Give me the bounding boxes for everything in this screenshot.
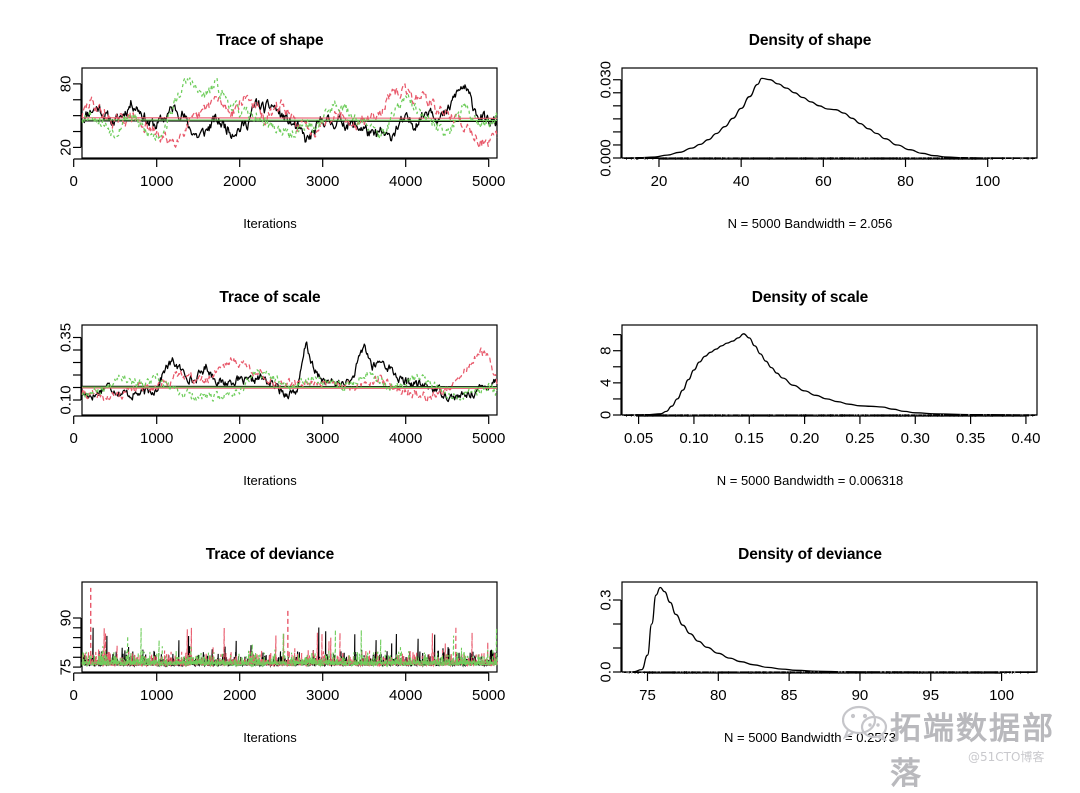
svg-text:95: 95 [922, 687, 939, 704]
svg-text:3000: 3000 [306, 430, 339, 447]
svg-text:20: 20 [651, 173, 668, 190]
svg-text:75: 75 [58, 659, 75, 676]
svg-text:0: 0 [70, 687, 78, 704]
svg-text:2000: 2000 [223, 173, 256, 190]
svg-text:0: 0 [70, 173, 78, 190]
svg-text:0.05: 0.05 [624, 430, 653, 447]
svg-text:3000: 3000 [306, 173, 339, 190]
panel-title: Trace of shape [0, 32, 540, 50]
panel-title: Trace of deviance [0, 546, 540, 564]
x-axis-label: N = 5000 Bandwidth = 0.2573 [540, 730, 1080, 745]
svg-text:90: 90 [852, 687, 869, 704]
x-axis-label: N = 5000 Bandwidth = 0.006318 [540, 473, 1080, 488]
svg-text:0: 0 [598, 411, 615, 419]
x-axis-label: Iterations [0, 730, 540, 745]
panel-density-deviance: Density of deviance 75808590951000.00.3 … [540, 534, 1080, 774]
svg-text:4: 4 [598, 379, 615, 387]
svg-text:0.030: 0.030 [598, 61, 615, 99]
svg-text:0.15: 0.15 [735, 430, 764, 447]
svg-text:5000: 5000 [472, 687, 505, 704]
svg-text:85: 85 [781, 687, 798, 704]
svg-text:100: 100 [975, 173, 1000, 190]
svg-text:2000: 2000 [223, 430, 256, 447]
panel-title: Density of scale [540, 289, 1080, 307]
x-axis-label: N = 5000 Bandwidth = 2.056 [540, 216, 1080, 231]
svg-text:1000: 1000 [140, 687, 173, 704]
panel-title: Trace of scale [0, 289, 540, 307]
svg-text:5000: 5000 [472, 173, 505, 190]
svg-text:0.25: 0.25 [845, 430, 874, 447]
svg-text:0.40: 0.40 [1011, 430, 1040, 447]
panel-density-scale: Density of scale 0.05 0.10 0.15 0.20 0.25 0.3… [540, 277, 1080, 527]
svg-text:100: 100 [989, 687, 1014, 704]
svg-text:20: 20 [58, 139, 75, 156]
x-axis-label: Iterations [0, 473, 540, 488]
svg-text:3000: 3000 [306, 687, 339, 704]
panel-title: Density of shape [540, 32, 1080, 50]
panel-trace-shape: Trace of shape 0 1000 2000 3000 4000 5000 20 80… [0, 20, 540, 270]
svg-text:8: 8 [598, 347, 615, 355]
panel-density-shape: Density of shape 20 40 60 80 100 0.000 0.030 N… [540, 20, 1080, 270]
svg-text:0.3: 0.3 [598, 590, 615, 611]
svg-text:5000: 5000 [472, 430, 505, 447]
svg-text:4000: 4000 [389, 173, 422, 190]
svg-text:0.35: 0.35 [956, 430, 985, 447]
x-axis-label: Iterations [0, 216, 540, 231]
panel-trace-scale: Trace of scale 0 1000 2000 3000 4000 5000 0.10… [0, 277, 540, 527]
svg-text:0.30: 0.30 [901, 430, 930, 447]
svg-text:2000: 2000 [223, 687, 256, 704]
svg-text:1000: 1000 [140, 173, 173, 190]
svg-text:0.000: 0.000 [598, 139, 615, 177]
svg-text:80: 80 [710, 687, 727, 704]
svg-text:4000: 4000 [389, 687, 422, 704]
svg-text:60: 60 [815, 173, 832, 190]
svg-text:75: 75 [639, 687, 656, 704]
svg-text:80: 80 [897, 173, 914, 190]
svg-text:0.0: 0.0 [598, 662, 615, 683]
figure-canvas: Trace of shape 0100020003000400050002080… [0, 0, 1080, 771]
svg-text:80: 80 [58, 76, 75, 93]
svg-text:90: 90 [58, 610, 75, 627]
panel-title: Density of deviance [540, 546, 1080, 564]
svg-text:0.35: 0.35 [58, 323, 75, 352]
svg-text:40: 40 [733, 173, 750, 190]
svg-text:1000: 1000 [140, 430, 173, 447]
svg-text:0.10: 0.10 [679, 430, 708, 447]
svg-text:0.20: 0.20 [790, 430, 819, 447]
svg-text:0: 0 [70, 430, 78, 447]
svg-text:0.10: 0.10 [58, 385, 75, 414]
panel-trace-deviance: Trace of deviance 0 1000 2000 3000 4000 5000 7… [0, 534, 540, 774]
svg-text:4000: 4000 [389, 430, 422, 447]
